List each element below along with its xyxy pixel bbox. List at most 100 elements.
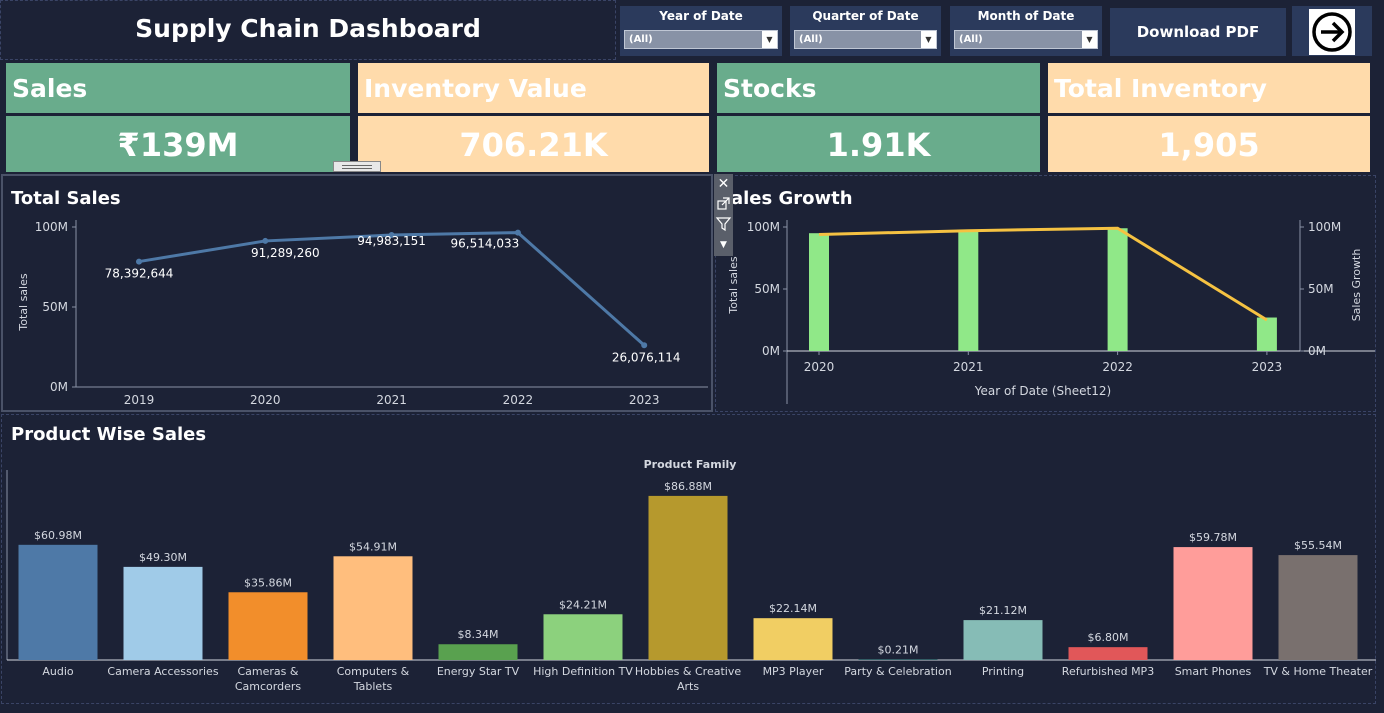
kpi-inventory-value-title: Inventory Value [358,63,709,113]
product-bar [1278,555,1358,660]
sales-growth-line [818,226,1268,322]
category-label: Refurbished MP3 [1062,665,1154,678]
worksheet-toolbar: ✕ ▼ [714,174,733,256]
bar-value-label: $22.14M [769,602,817,615]
popout-icon[interactable] [714,194,733,214]
x-tick-label: 2022 [503,393,534,407]
category-label: Cameras & [238,665,299,678]
dropdown-icon[interactable]: ▼ [714,236,733,254]
x-tick-label: 2021 [376,393,407,407]
data-label: 78,392,644 [105,267,174,281]
filter-icon[interactable] [714,214,733,234]
data-point [641,342,648,349]
product-sales-title: Product Wise Sales [11,424,207,445]
kpi-sales-value: ₹139M [6,116,350,172]
y-tick-label: 100M [747,220,780,234]
bar-value-label: $0.21M [878,644,919,657]
x-tick-label: 2022 [1102,360,1133,374]
chevron-down-icon[interactable]: ▼ [1081,31,1097,48]
nav-button-container[interactable] [1292,6,1372,56]
total-sales-line [138,231,646,347]
data-label: 26,076,114 [612,350,681,364]
month-filter-value: (All) [959,34,983,45]
data-label: 91,289,260 [251,246,320,260]
x-tick-label: 2021 [953,360,984,374]
growth-bar [809,233,829,351]
x-tick-label: 2020 [250,393,281,407]
x-tick-label: 2019 [124,393,155,407]
product-bar [438,644,518,660]
product-sales-chart: $60.98M Audio $49.30M Camera Accessories $35… [6,470,1376,693]
bar-value-label: $86.88M [664,480,712,493]
product-bar [753,618,833,660]
chevron-down-icon[interactable]: ▼ [761,31,777,48]
y-tick-label: 50M [754,282,780,296]
growth-bar [1256,317,1277,351]
product-bar [648,495,728,660]
x-tick-label: 2023 [629,393,660,407]
total-sales-title: Total Sales [11,188,121,209]
year-filter-select[interactable]: (All) ▼ [624,30,778,49]
year-filter-value: (All) [629,34,653,45]
y-tick-label: 0M [50,380,68,394]
y-axis-title: Total sales [727,256,740,314]
category-label: Audio [42,665,74,678]
data-point [514,229,521,236]
bar-value-label: $49.30M [139,551,187,564]
category-label: Printing [982,665,1024,678]
category-label: MP3 Player [763,665,824,678]
data-label: 94,983,151 [357,234,426,248]
bar-value-label: $60.98M [34,529,82,542]
y-tick-label: 100M [35,220,68,234]
quarter-filter[interactable]: Quarter of Date (All) ▼ [790,6,941,56]
y-tick-label: 0M [762,344,780,358]
chevron-down-icon[interactable]: ▼ [920,31,936,48]
download-pdf-button[interactable]: Download PDF [1110,8,1286,56]
arrow-right-circle-icon[interactable] [1309,9,1355,55]
product-bar [18,544,98,660]
month-filter-select[interactable]: (All) ▼ [954,30,1098,49]
year-filter-label: Year of Date [659,9,743,23]
category-label: High Definition TV [533,665,633,678]
bar-value-label: $59.78M [1189,531,1237,544]
category-label: Arts [677,680,699,693]
y-right-tick-label: 50M [1308,282,1334,296]
bar-value-label: $21.12M [979,604,1027,617]
y-right-tick-label: 100M [1308,220,1341,234]
data-label: 96,514,033 [451,237,520,251]
product-bar [858,659,938,660]
kpi-total-inventory-title: Total Inventory [1048,63,1370,113]
growth-bar [958,229,979,351]
quarter-filter-value: (All) [799,34,823,45]
category-label: Hobbies & Creative [635,665,741,678]
kpi-sales-title: Sales [6,63,350,113]
quarter-filter-label: Quarter of Date [812,9,919,23]
product-bar [1068,647,1148,660]
total-sales-chart: 0M 50M 100M Total sales 2019 2020 2021 2022 2023… [17,220,708,407]
category-label: Computers & [337,665,410,678]
close-icon[interactable]: ✕ [714,174,733,194]
category-label: Camcorders [235,680,302,693]
quarter-filter-select[interactable]: (All) ▼ [794,30,937,49]
bar-value-label: $8.34M [458,628,499,641]
sales-growth-title: Sales Growth [718,188,853,209]
kpi-stocks-title: Stocks [717,63,1040,113]
y-right-tick-label: 0M [1308,344,1326,358]
x-axis-title: Year of Date (Sheet12) [974,384,1111,398]
bar-value-label: $54.91M [349,540,397,553]
resize-handle[interactable] [333,161,381,172]
bar-value-label: $35.86M [244,576,292,589]
x-tick-label: 2023 [1252,360,1283,374]
bar-value-label: $24.21M [559,598,607,611]
product-bar [333,556,413,660]
product-bar [123,566,203,660]
category-label: Tablets [353,680,393,693]
month-filter[interactable]: Month of Date (All) ▼ [950,6,1102,56]
category-label: Camera Accessories [107,665,218,678]
kpi-stocks-value: 1.91K [717,116,1040,172]
year-filter[interactable]: Year of Date (All) ▼ [620,6,782,56]
category-label: Party & Celebration [844,665,951,678]
category-label: Smart Phones [1175,665,1252,678]
bar-value-label: $55.54M [1294,539,1342,552]
product-bar [228,592,308,660]
